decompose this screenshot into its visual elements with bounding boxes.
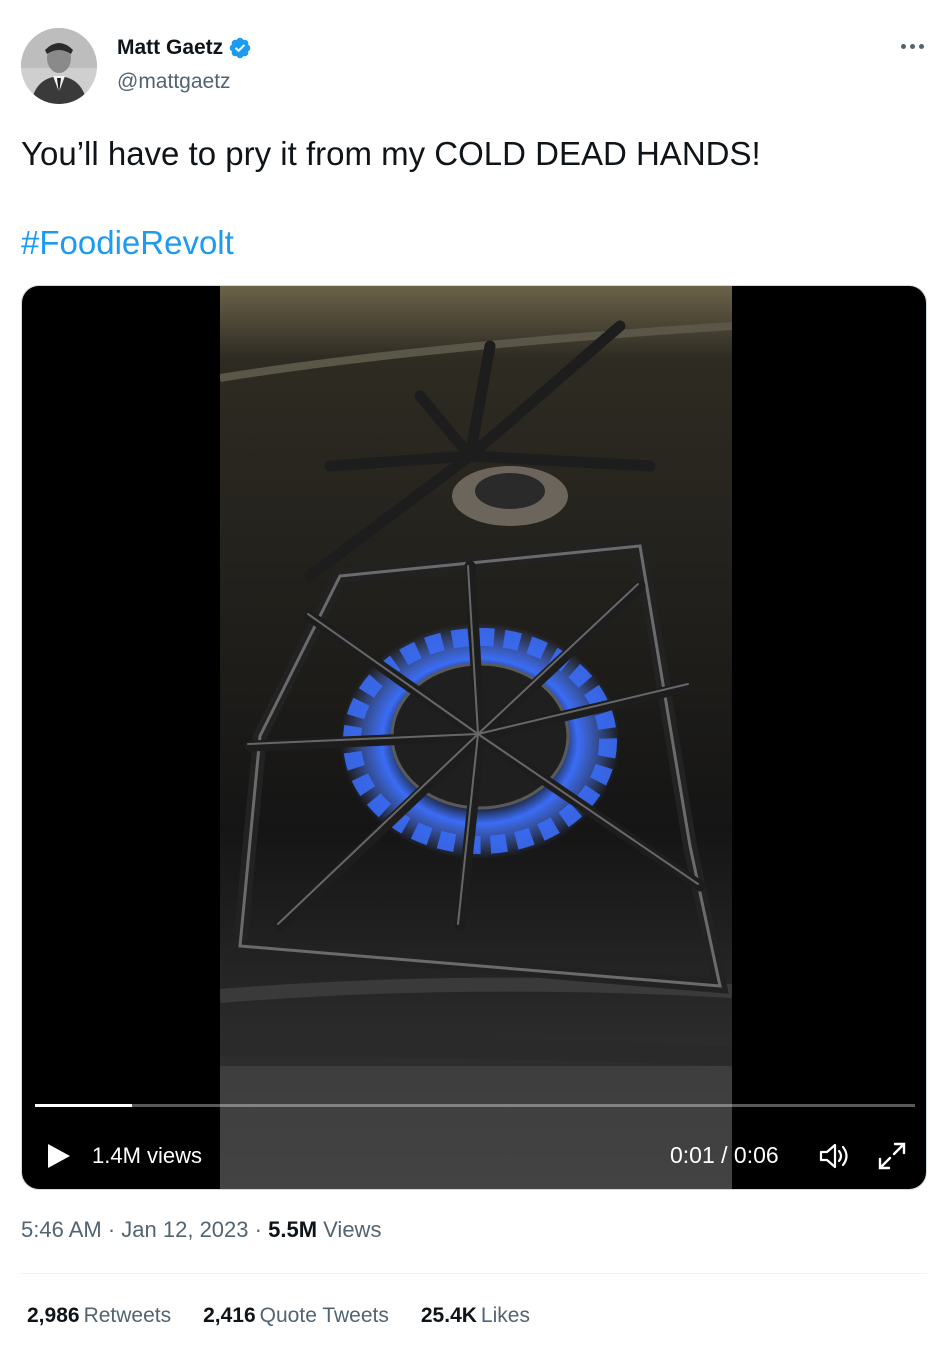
video-views-label: 1.4M views <box>92 1143 203 1168</box>
fullscreen-icon[interactable] <box>876 1140 908 1172</box>
avatar[interactable] <box>21 28 97 104</box>
retweets-stat[interactable]: 2,986 Retweets <box>27 1304 171 1328</box>
likes-stat[interactable]: 25.4K Likes <box>421 1304 530 1328</box>
video-progress-fill <box>35 1104 132 1107</box>
meta-separator: · <box>107 1217 122 1242</box>
tweet-views-label: Views <box>323 1217 382 1242</box>
divider <box>21 1273 927 1274</box>
play-icon[interactable] <box>46 1142 72 1170</box>
quote-tweets-label: Quote Tweets <box>259 1304 389 1327</box>
author-handle[interactable]: @mattgaetz <box>117 70 231 94</box>
retweets-label: Retweets <box>83 1304 172 1327</box>
video-time-label: 0:01 / 0:06 <box>670 1142 779 1168</box>
video-frame <box>220 286 732 1189</box>
engagement-stats: 2,986 Retweets 2,416 Quote Tweets 25.4K Lik… <box>27 1304 562 1328</box>
meta-separator: · <box>254 1217 269 1242</box>
retweets-count: 2,986 <box>27 1304 80 1327</box>
more-options-icon[interactable] <box>895 36 929 56</box>
video-progress-bar[interactable] <box>35 1104 915 1107</box>
author-name[interactable]: Matt Gaetz <box>117 36 223 60</box>
quote-tweets-count: 2,416 <box>203 1304 256 1327</box>
verified-badge-icon <box>229 37 251 59</box>
tweet-text: You’ll have to pry it from my COLD DEAD … <box>21 135 761 172</box>
video-player[interactable]: 1.4M views 0:01 / 0:06 <box>21 285 927 1190</box>
likes-label: Likes <box>480 1304 530 1327</box>
tweet-views-count: 5.5M <box>268 1217 318 1242</box>
quote-tweets-stat[interactable]: 2,416 Quote Tweets <box>203 1304 389 1328</box>
hashtag-link[interactable]: #FoodieRevolt <box>21 223 234 263</box>
likes-count: 25.4K <box>420 1304 477 1327</box>
tweet-meta: 5:46 AM · Jan 12, 2023 · 5.5M Views <box>21 1217 381 1243</box>
tweet-time[interactable]: 5:46 AM <box>21 1217 102 1242</box>
volume-icon[interactable] <box>818 1141 852 1171</box>
tweet-date[interactable]: Jan 12, 2023 <box>121 1217 248 1242</box>
author-name-row[interactable]: Matt Gaetz <box>117 36 252 60</box>
